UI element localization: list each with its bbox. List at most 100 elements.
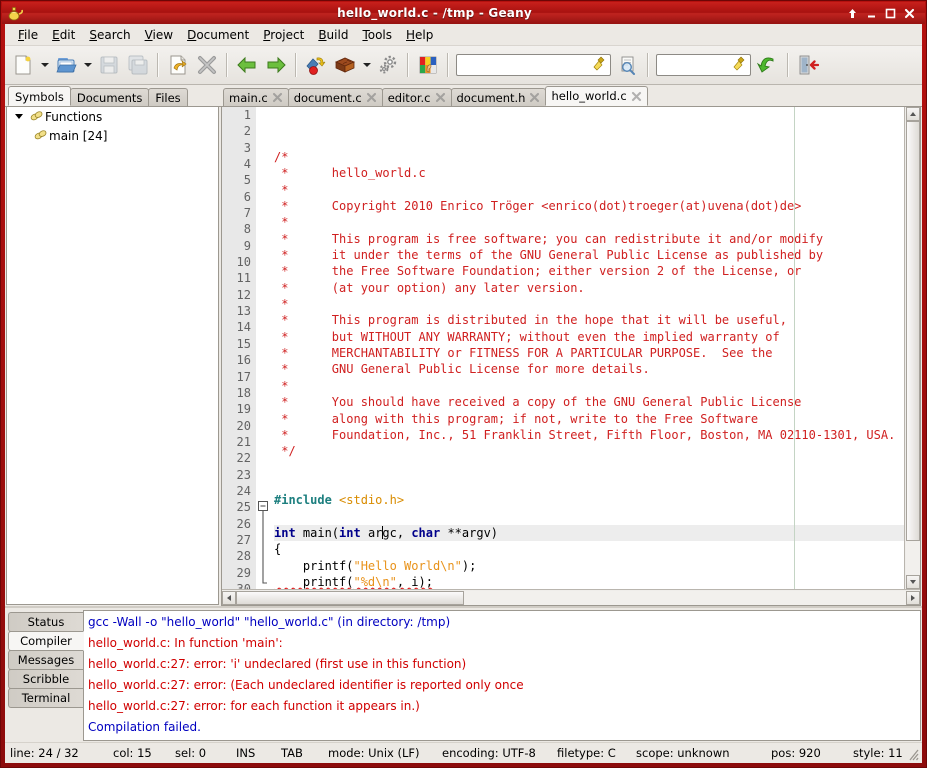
broom-clear-icon[interactable] bbox=[592, 56, 607, 75]
code-text[interactable]: /* * hello_world.c * * Copyright 2010 En… bbox=[270, 107, 904, 589]
close-icon[interactable] bbox=[272, 92, 283, 103]
message-line[interactable]: hello_world.c:27: error: 'i' undeclared … bbox=[88, 654, 920, 675]
menu-edit[interactable]: Edit bbox=[45, 26, 82, 44]
compiler-output[interactable]: gcc -Wall -o "hello_world" "hello_world.… bbox=[84, 610, 921, 741]
document-tab-hello-world-c[interactable]: hello_world.c bbox=[545, 86, 647, 106]
search-input[interactable] bbox=[457, 56, 592, 74]
code-line[interactable]: * GNU General Public License for more de… bbox=[274, 361, 904, 377]
shade-button[interactable] bbox=[845, 6, 860, 21]
editor-horizontal-scrollbar[interactable] bbox=[222, 589, 920, 605]
goto-line-input[interactable] bbox=[657, 56, 732, 74]
code-line[interactable]: printf("Hello World\n"); bbox=[274, 558, 904, 574]
scroll-right-button[interactable] bbox=[906, 591, 920, 605]
maximize-button[interactable] bbox=[883, 6, 898, 21]
color-chooser-button[interactable] bbox=[414, 50, 442, 80]
code-line[interactable]: * MERCHANTABILITY or FITNESS FOR A PARTI… bbox=[274, 345, 904, 361]
code-line[interactable]: int main(int argc, char **argv) bbox=[274, 525, 904, 541]
code-line[interactable]: { bbox=[274, 541, 904, 557]
menu-document[interactable]: Document bbox=[180, 26, 256, 44]
horizontal-scroll-thumb[interactable] bbox=[236, 591, 464, 605]
scroll-left-button[interactable] bbox=[222, 591, 236, 605]
code-line[interactable] bbox=[274, 509, 904, 525]
navigate-forward-button[interactable] bbox=[262, 50, 290, 80]
symbols-tree[interactable]: Functions main [24] bbox=[6, 107, 219, 605]
editor-vertical-scrollbar[interactable] bbox=[904, 107, 920, 589]
sidebar-tab-documents[interactable]: Documents bbox=[70, 88, 150, 106]
message-tab-compiler[interactable]: Compiler bbox=[8, 631, 84, 651]
minimize-button[interactable] bbox=[864, 6, 879, 21]
code-view[interactable]: 1234567891011121314151617181920212223242… bbox=[222, 107, 904, 589]
close-icon[interactable] bbox=[366, 92, 377, 103]
code-line[interactable]: * the Free Software Foundation; either v… bbox=[274, 263, 904, 279]
resize-grip[interactable] bbox=[906, 746, 920, 762]
vertical-scroll-trough[interactable] bbox=[906, 541, 920, 575]
quit-button[interactable] bbox=[794, 50, 822, 80]
menu-help[interactable]: Help bbox=[399, 26, 440, 44]
open-file-button[interactable] bbox=[52, 50, 80, 80]
code-line[interactable]: * Copyright 2010 Enrico Tröger <enrico(d… bbox=[274, 198, 904, 214]
code-line[interactable]: * bbox=[274, 378, 904, 394]
document-tab-main-c[interactable]: main.c bbox=[223, 88, 289, 106]
menu-view[interactable]: View bbox=[138, 26, 180, 44]
code-line[interactable]: /* bbox=[274, 149, 904, 165]
code-line[interactable]: * hello_world.c bbox=[274, 165, 904, 181]
code-line[interactable]: * This program is free software; you can… bbox=[274, 231, 904, 247]
message-tab-scribble[interactable]: Scribble bbox=[8, 669, 83, 689]
code-line[interactable] bbox=[274, 460, 904, 476]
new-file-button[interactable] bbox=[9, 50, 37, 80]
code-line[interactable] bbox=[274, 476, 904, 492]
broom-clear-icon-2[interactable] bbox=[732, 56, 747, 75]
document-tab-editor-c[interactable]: editor.c bbox=[382, 88, 452, 106]
code-line[interactable]: * bbox=[274, 182, 904, 198]
code-line[interactable]: * Foundation, Inc., 51 Franklin Street, … bbox=[274, 427, 904, 443]
close-file-button[interactable] bbox=[193, 50, 221, 80]
message-tab-messages[interactable]: Messages bbox=[8, 650, 83, 670]
new-file-menu-button[interactable] bbox=[38, 50, 51, 80]
goto-line-button[interactable] bbox=[754, 50, 782, 80]
reload-file-button[interactable] bbox=[164, 50, 192, 80]
message-line[interactable]: hello_world.c: In function 'main': bbox=[88, 633, 920, 654]
code-line[interactable]: */ bbox=[274, 443, 904, 459]
message-line[interactable]: Compilation failed. bbox=[88, 717, 920, 738]
menu-file[interactable]: File bbox=[11, 26, 45, 44]
message-tab-terminal[interactable]: Terminal bbox=[8, 688, 83, 708]
tree-item-functions[interactable]: Functions bbox=[7, 107, 218, 126]
close-icon[interactable] bbox=[631, 91, 642, 102]
tree-item-main[interactable]: main [24] bbox=[7, 126, 218, 145]
fold-margin[interactable] bbox=[256, 107, 270, 589]
horizontal-scroll-trough[interactable] bbox=[464, 591, 906, 605]
code-line[interactable]: * (at your option) any later version. bbox=[274, 280, 904, 296]
compile-button[interactable] bbox=[302, 50, 330, 80]
sidebar-tab-files[interactable]: Files bbox=[148, 88, 187, 106]
sidebar-tab-symbols[interactable]: Symbols bbox=[8, 86, 71, 106]
message-tab-status[interactable]: Status bbox=[8, 612, 83, 632]
vertical-scroll-thumb[interactable] bbox=[906, 121, 920, 541]
code-line[interactable]: printf("%d\n", i); bbox=[274, 574, 904, 589]
close-icon[interactable] bbox=[435, 92, 446, 103]
code-line[interactable]: #include <stdio.h> bbox=[274, 492, 904, 508]
build-menu-button[interactable] bbox=[360, 50, 373, 80]
goto-line-entry[interactable] bbox=[656, 54, 751, 76]
save-file-button[interactable] bbox=[95, 50, 123, 80]
code-line[interactable]: * This program is distributed in the hop… bbox=[274, 312, 904, 328]
open-file-menu-button[interactable] bbox=[81, 50, 94, 80]
message-line[interactable]: hello_world.c:27: error: for each functi… bbox=[88, 696, 920, 717]
close-icon[interactable] bbox=[529, 92, 540, 103]
document-tab-document-h[interactable]: document.h bbox=[451, 88, 547, 106]
navigate-back-button[interactable] bbox=[233, 50, 261, 80]
menu-project[interactable]: Project bbox=[256, 26, 311, 44]
menu-search[interactable]: Search bbox=[82, 26, 137, 44]
scroll-up-button[interactable] bbox=[906, 107, 920, 121]
code-line[interactable]: * bbox=[274, 296, 904, 312]
close-button[interactable] bbox=[902, 6, 917, 21]
run-button[interactable] bbox=[374, 50, 402, 80]
menu-tools[interactable]: Tools bbox=[355, 26, 399, 44]
find-button[interactable] bbox=[614, 50, 642, 80]
message-line[interactable]: hello_world.c:27: error: (Each undeclare… bbox=[88, 675, 920, 696]
code-line[interactable]: * bbox=[274, 214, 904, 230]
code-line[interactable]: * along with this program; if not, write… bbox=[274, 411, 904, 427]
search-entry[interactable] bbox=[456, 54, 611, 76]
document-tab-document-c[interactable]: document.c bbox=[288, 88, 383, 106]
build-button[interactable] bbox=[331, 50, 359, 80]
message-line[interactable]: gcc -Wall -o "hello_world" "hello_world.… bbox=[88, 612, 920, 633]
